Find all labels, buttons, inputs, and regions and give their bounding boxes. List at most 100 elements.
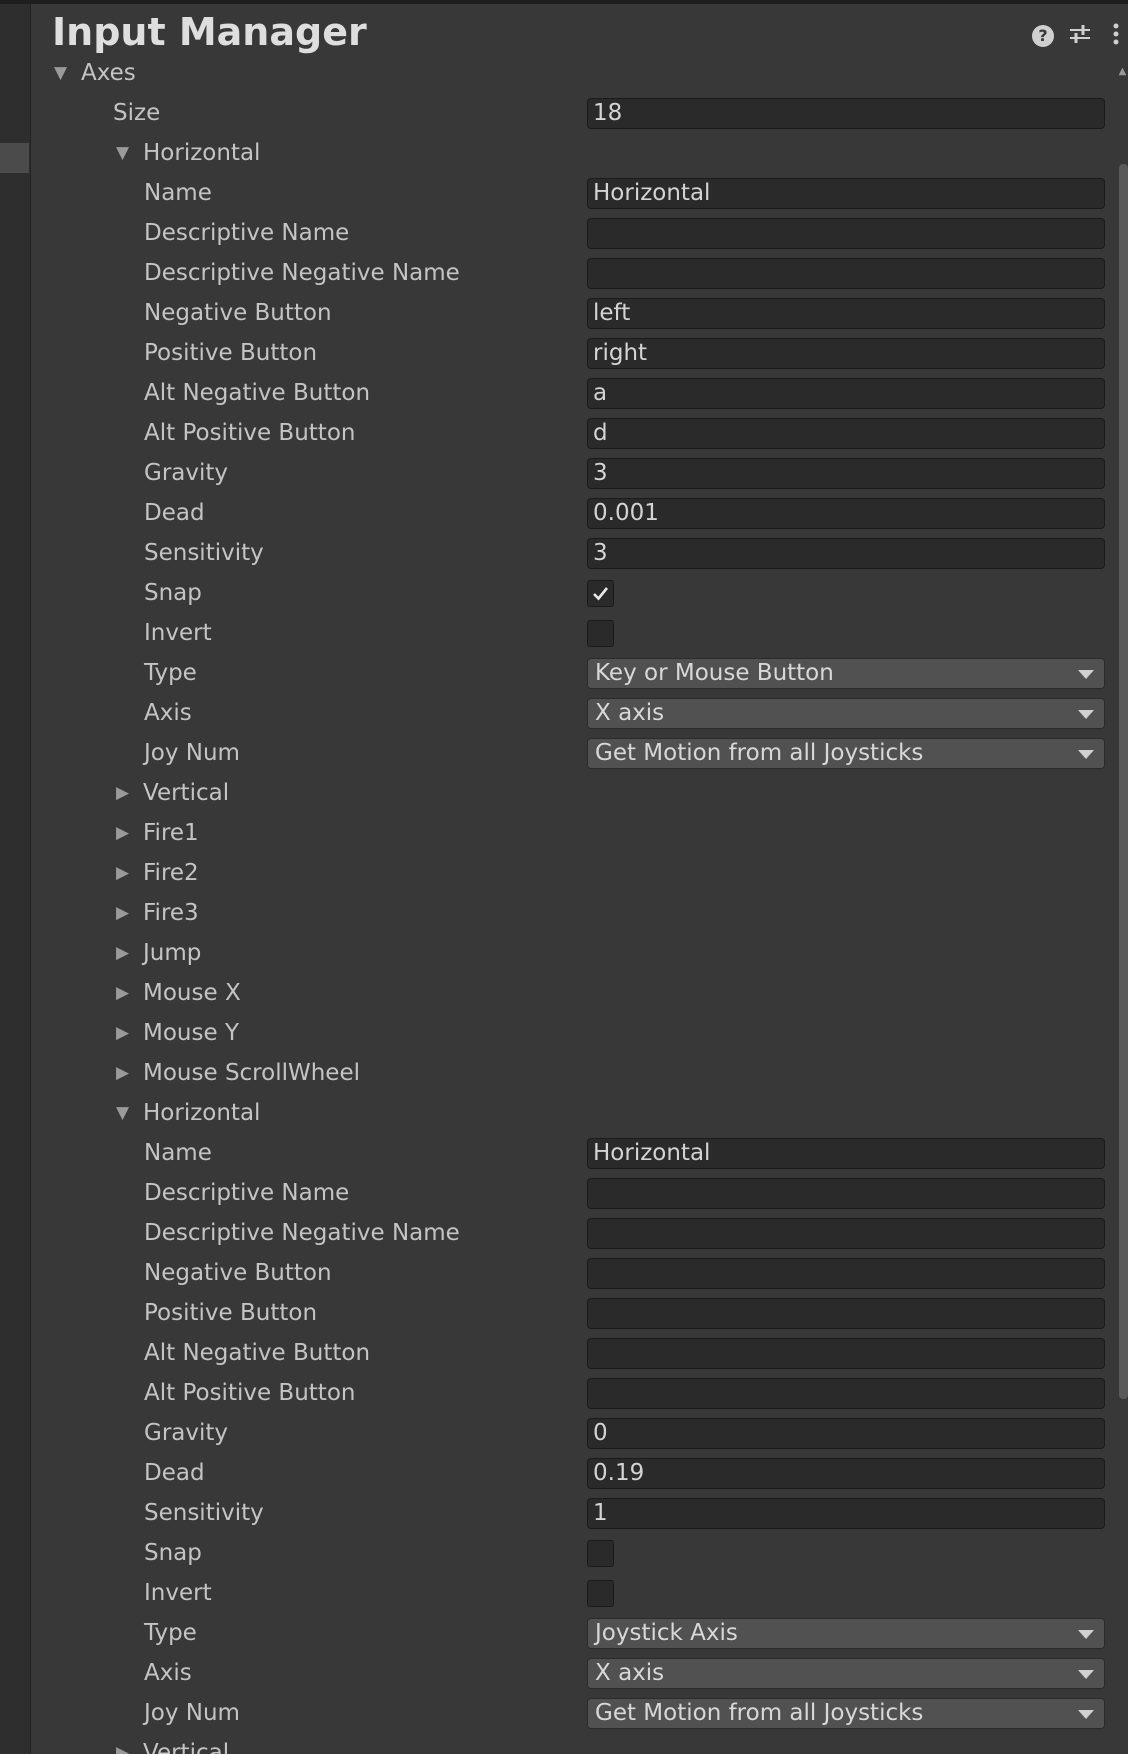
joy-num-dropdown[interactable]: Get Motion from all Joysticks bbox=[587, 1698, 1105, 1729]
invert-checkbox[interactable] bbox=[587, 1580, 614, 1607]
axis-entry-foldout[interactable]: ▶ Jump bbox=[31, 933, 1111, 973]
axis-entry-foldout[interactable]: ▶ Mouse ScrollWheel bbox=[31, 1053, 1111, 1093]
joy-num-row: Joy Num Get Motion from all Joysticks bbox=[31, 733, 1111, 773]
descriptive-name-row: Descriptive Name bbox=[31, 1173, 1111, 1213]
name-field[interactable]: Horizontal bbox=[587, 1138, 1105, 1169]
dead-field[interactable]: 0.19 bbox=[587, 1458, 1105, 1489]
left-pane-selection[interactable] bbox=[0, 143, 29, 173]
axis-dropdown[interactable]: X axis bbox=[587, 1658, 1105, 1689]
negative-button-row: Negative Button left bbox=[31, 293, 1111, 333]
name-label: Name bbox=[144, 1140, 212, 1166]
gravity-field[interactable]: 0 bbox=[587, 1418, 1105, 1449]
invert-label: Invert bbox=[144, 620, 212, 646]
alt-negative-button-field[interactable]: a bbox=[587, 378, 1105, 409]
sensitivity-field[interactable]: 3 bbox=[587, 538, 1105, 569]
axis-entry-foldout[interactable]: ▶ Fire3 bbox=[31, 893, 1111, 933]
triangle-right-icon[interactable]: ▶ bbox=[116, 1013, 129, 1053]
type-dropdown[interactable]: Joystick Axis bbox=[587, 1618, 1105, 1649]
axis-entry-label: Vertical bbox=[143, 780, 230, 806]
triangle-down-icon[interactable]: ▼ bbox=[116, 133, 129, 173]
sliders-icon[interactable] bbox=[1066, 22, 1094, 50]
positive-button-row: Positive Button right bbox=[31, 333, 1111, 373]
axis-entry-foldout[interactable]: ▶ Mouse X bbox=[31, 973, 1111, 1013]
joy-num-dropdown-value: Get Motion from all Joysticks bbox=[595, 740, 924, 766]
descriptive-name-field[interactable] bbox=[587, 218, 1105, 249]
joy-num-dropdown-value: Get Motion from all Joysticks bbox=[595, 1700, 924, 1726]
alt-negative-button-field[interactable] bbox=[587, 1338, 1105, 1369]
name-row: Name Horizontal bbox=[31, 1133, 1111, 1173]
dropdown-arrow-icon bbox=[1078, 710, 1094, 719]
axis-entry-foldout[interactable]: ▶ Mouse Y bbox=[31, 1013, 1111, 1053]
scrollbar-thumb[interactable] bbox=[1119, 164, 1128, 1399]
descriptive-negative-name-label: Descriptive Negative Name bbox=[144, 1220, 460, 1246]
negative-button-field[interactable]: left bbox=[587, 298, 1105, 329]
sensitivity-label: Sensitivity bbox=[144, 1500, 264, 1526]
descriptive-name-label: Descriptive Name bbox=[144, 220, 350, 246]
snap-checkbox[interactable] bbox=[587, 580, 614, 607]
triangle-right-icon[interactable]: ▶ bbox=[116, 853, 129, 893]
invert-checkbox[interactable] bbox=[587, 620, 614, 647]
type-dropdown-value: Joystick Axis bbox=[595, 1620, 738, 1646]
joy-num-dropdown[interactable]: Get Motion from all Joysticks bbox=[587, 738, 1105, 769]
positive-button-field[interactable]: right bbox=[587, 338, 1105, 369]
invert-label: Invert bbox=[144, 1580, 212, 1606]
triangle-right-icon[interactable]: ▶ bbox=[116, 773, 129, 813]
triangle-down-icon[interactable]: ▼ bbox=[54, 53, 67, 93]
alt-negative-button-label: Alt Negative Button bbox=[144, 380, 371, 406]
axis-entry-foldout[interactable]: ▶ Vertical bbox=[31, 1733, 1111, 1754]
more-vertical-icon[interactable] bbox=[1106, 22, 1126, 50]
dropdown-arrow-icon bbox=[1078, 670, 1094, 679]
negative-button-field[interactable] bbox=[587, 1258, 1105, 1289]
dropdown-arrow-icon bbox=[1078, 750, 1094, 759]
axis-entry-foldout[interactable]: ▶ Vertical bbox=[31, 773, 1111, 813]
triangle-right-icon[interactable]: ▶ bbox=[116, 973, 129, 1013]
joy-num-label: Joy Num bbox=[144, 1700, 240, 1726]
axis-entry-foldout[interactable]: ▶ Fire2 bbox=[31, 853, 1111, 893]
axis-entry-label: Fire3 bbox=[143, 900, 199, 926]
gravity-label: Gravity bbox=[144, 460, 229, 486]
axis-entry-label: Jump bbox=[143, 940, 202, 966]
type-dropdown[interactable]: Key or Mouse Button bbox=[587, 658, 1105, 689]
alt-positive-button-field[interactable]: d bbox=[587, 418, 1105, 449]
descriptive-negative-name-label: Descriptive Negative Name bbox=[144, 260, 460, 286]
checkmark-icon bbox=[593, 587, 609, 601]
axes-foldout[interactable]: ▼ Axes bbox=[31, 53, 1111, 93]
axis-row: Axis X axis bbox=[31, 1653, 1111, 1693]
snap-checkbox[interactable] bbox=[587, 1540, 614, 1567]
gravity-field[interactable]: 3 bbox=[587, 458, 1105, 489]
axis-entry-foldout[interactable]: ▼ Horizontal bbox=[31, 133, 1111, 173]
gravity-row: Gravity 0 bbox=[31, 1413, 1111, 1453]
dropdown-arrow-icon bbox=[1078, 1710, 1094, 1719]
type-label: Type bbox=[144, 1620, 197, 1646]
alt-positive-button-field[interactable] bbox=[587, 1378, 1105, 1409]
triangle-right-icon[interactable]: ▶ bbox=[116, 1733, 129, 1754]
alt-negative-button-label: Alt Negative Button bbox=[144, 1340, 371, 1366]
triangle-right-icon[interactable]: ▶ bbox=[116, 933, 129, 973]
triangle-down-icon[interactable]: ▼ bbox=[116, 1093, 129, 1133]
axis-entry-foldout[interactable]: ▶ Fire1 bbox=[31, 813, 1111, 853]
axis-row: Axis X axis bbox=[31, 693, 1111, 733]
axes-label: Axes bbox=[81, 60, 136, 86]
snap-label: Snap bbox=[144, 1540, 202, 1566]
positive-button-field[interactable] bbox=[587, 1298, 1105, 1329]
positive-button-label: Positive Button bbox=[144, 1300, 318, 1326]
name-field[interactable]: Horizontal bbox=[587, 178, 1105, 209]
axis-entry-foldout[interactable]: ▼ Horizontal bbox=[31, 1093, 1111, 1133]
descriptive-name-field[interactable] bbox=[587, 1178, 1105, 1209]
help-icon[interactable]: ? bbox=[1029, 22, 1057, 50]
axis-entry-label: Fire1 bbox=[143, 820, 199, 846]
dead-field[interactable]: 0.001 bbox=[587, 498, 1105, 529]
descriptive-negative-name-field[interactable] bbox=[587, 1218, 1105, 1249]
triangle-right-icon[interactable]: ▶ bbox=[116, 893, 129, 933]
triangle-right-icon[interactable]: ▶ bbox=[116, 1053, 129, 1093]
descriptive-name-label: Descriptive Name bbox=[144, 1180, 350, 1206]
snap-label: Snap bbox=[144, 580, 202, 606]
triangle-right-icon[interactable]: ▶ bbox=[116, 813, 129, 853]
sensitivity-field[interactable]: 1 bbox=[587, 1498, 1105, 1529]
size-field[interactable]: 18 bbox=[587, 98, 1105, 129]
axis-dropdown[interactable]: X axis bbox=[587, 698, 1105, 729]
axis-dropdown-value: X axis bbox=[595, 1660, 665, 1686]
positive-button-row: Positive Button bbox=[31, 1293, 1111, 1333]
descriptive-negative-name-field[interactable] bbox=[587, 258, 1105, 289]
scroll-up-icon[interactable]: ▲ bbox=[1117, 66, 1128, 78]
